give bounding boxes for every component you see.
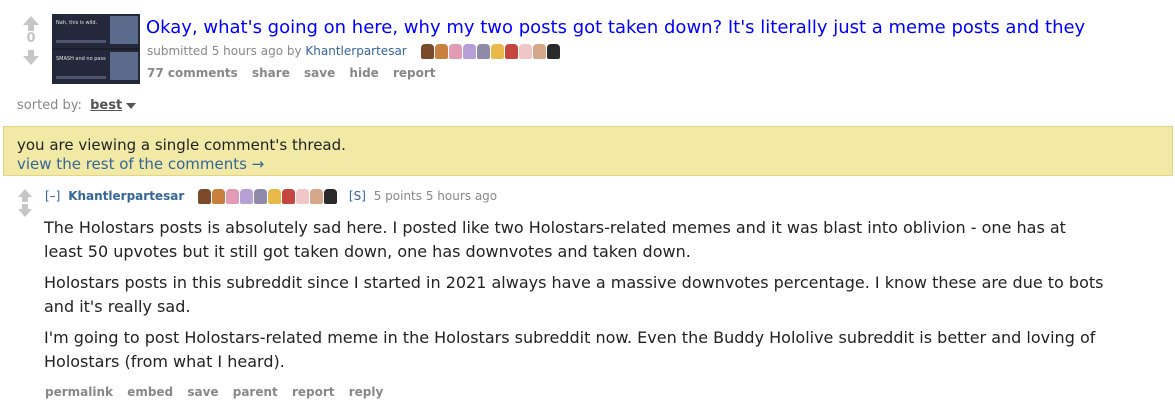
view-rest-comments-link[interactable]: view the rest of the comments → <box>17 155 264 173</box>
hide-button[interactable]: hide <box>349 66 378 80</box>
sort-label: sorted by: <box>17 98 82 113</box>
comment-author-link[interactable]: Khantlerpartesar <box>68 189 184 203</box>
comment-paragraph: I'm going to post Holostars-related meme… <box>44 328 1096 371</box>
thumbnail-caption: SMASH and no pass <box>56 56 106 62</box>
save-button[interactable]: save <box>304 66 335 80</box>
post-vote: 0 <box>20 16 42 65</box>
thumbnail-bar <box>56 40 106 43</box>
thumbnail-panel: Nah, this is wild. <box>52 14 140 48</box>
share-button[interactable]: share <box>252 66 290 80</box>
post-title-link[interactable]: Okay, what's going on here, why my two p… <box>146 16 1085 40</box>
flair-emoji-icon <box>462 44 476 59</box>
flair-emoji-icon <box>198 189 212 204</box>
embed-link[interactable]: embed <box>127 385 173 399</box>
flair-emoji-icon <box>296 189 310 204</box>
parent-link[interactable]: parent <box>233 385 278 399</box>
flair-emoji-icon <box>490 44 504 59</box>
downvote-arrow-icon[interactable] <box>18 204 32 217</box>
flair-emoji-icon <box>310 189 324 204</box>
thumbnail-image <box>110 16 138 44</box>
post-buttons: 77 comments share save hide report <box>147 66 446 80</box>
chevron-down-icon[interactable] <box>126 102 137 109</box>
flair-emoji-icon <box>324 189 338 204</box>
save-link[interactable]: save <box>187 385 218 399</box>
tagline-prefix: submitted 5 hours ago by <box>147 44 302 58</box>
post-entry: 0 Nah, this is wild. SMASH and no pass O… <box>0 0 1175 90</box>
flair-emoji-icon <box>434 44 448 59</box>
comments-link[interactable]: 77 comments <box>147 66 238 80</box>
comment-paragraph: Holostars posts in this subreddit since … <box>44 273 1104 316</box>
post-score: 0 <box>26 31 36 46</box>
post-tagline: submitted 5 hours ago by Khantlerpartesa… <box>147 43 560 59</box>
submitter-badge[interactable]: [S] <box>349 189 366 203</box>
downvote-arrow-icon[interactable] <box>23 50 39 65</box>
flair-emoji-icon <box>448 44 462 59</box>
notice-text: you are viewing a single comment's threa… <box>17 136 346 154</box>
comment-points-time: 5 points 5 hours ago <box>373 189 498 203</box>
flair-emoji-icon <box>532 44 546 59</box>
sort-dropdown[interactable]: best <box>90 98 122 113</box>
comment-buttons: permalink embed save parent report reply <box>45 385 393 399</box>
comment-paragraph: The Holostars posts is absolutely sad he… <box>44 218 1066 261</box>
flair-emoji-icon <box>254 189 268 204</box>
comment-body: The Holostars posts is absolutely sad he… <box>44 216 1104 381</box>
comment-tagline: [–] Khantlerpartesar [S] 5 points 5 hour… <box>45 188 497 204</box>
flair-emoji-icon <box>518 44 532 59</box>
permalink-link[interactable]: permalink <box>45 385 113 399</box>
flair-emoji-icon <box>420 44 434 59</box>
report-button[interactable]: report <box>393 66 436 80</box>
flair-emoji-icon <box>226 189 240 204</box>
flair-emoji-icon <box>240 189 254 204</box>
user-flair <box>198 189 338 204</box>
sort-selector: sorted by: best <box>17 98 137 113</box>
flair-emoji-icon <box>476 44 490 59</box>
flair-emoji-icon <box>212 189 226 204</box>
single-thread-notice: you are viewing a single comment's threa… <box>3 126 1173 176</box>
flair-emoji-icon <box>268 189 282 204</box>
thumbnail-caption: Nah, this is wild. <box>56 20 98 26</box>
thumbnail-image <box>110 52 138 80</box>
post-author-link[interactable]: Khantlerpartesar <box>305 44 406 58</box>
report-link[interactable]: report <box>292 385 335 399</box>
thumbnail-bar <box>56 76 106 79</box>
flair-emoji-icon <box>282 189 296 204</box>
upvote-arrow-icon[interactable] <box>23 16 39 31</box>
flair-emoji-icon <box>504 44 518 59</box>
thumbnail-panel: SMASH and no pass <box>52 50 140 84</box>
upvote-arrow-icon[interactable] <box>18 189 32 202</box>
reply-link[interactable]: reply <box>349 385 384 399</box>
flair-emoji-icon <box>546 44 560 59</box>
collapse-toggle[interactable]: [–] <box>45 189 60 203</box>
post-thumbnail[interactable]: Nah, this is wild. SMASH and no pass <box>52 14 140 84</box>
comment-vote <box>18 189 32 217</box>
user-flair <box>420 44 560 59</box>
